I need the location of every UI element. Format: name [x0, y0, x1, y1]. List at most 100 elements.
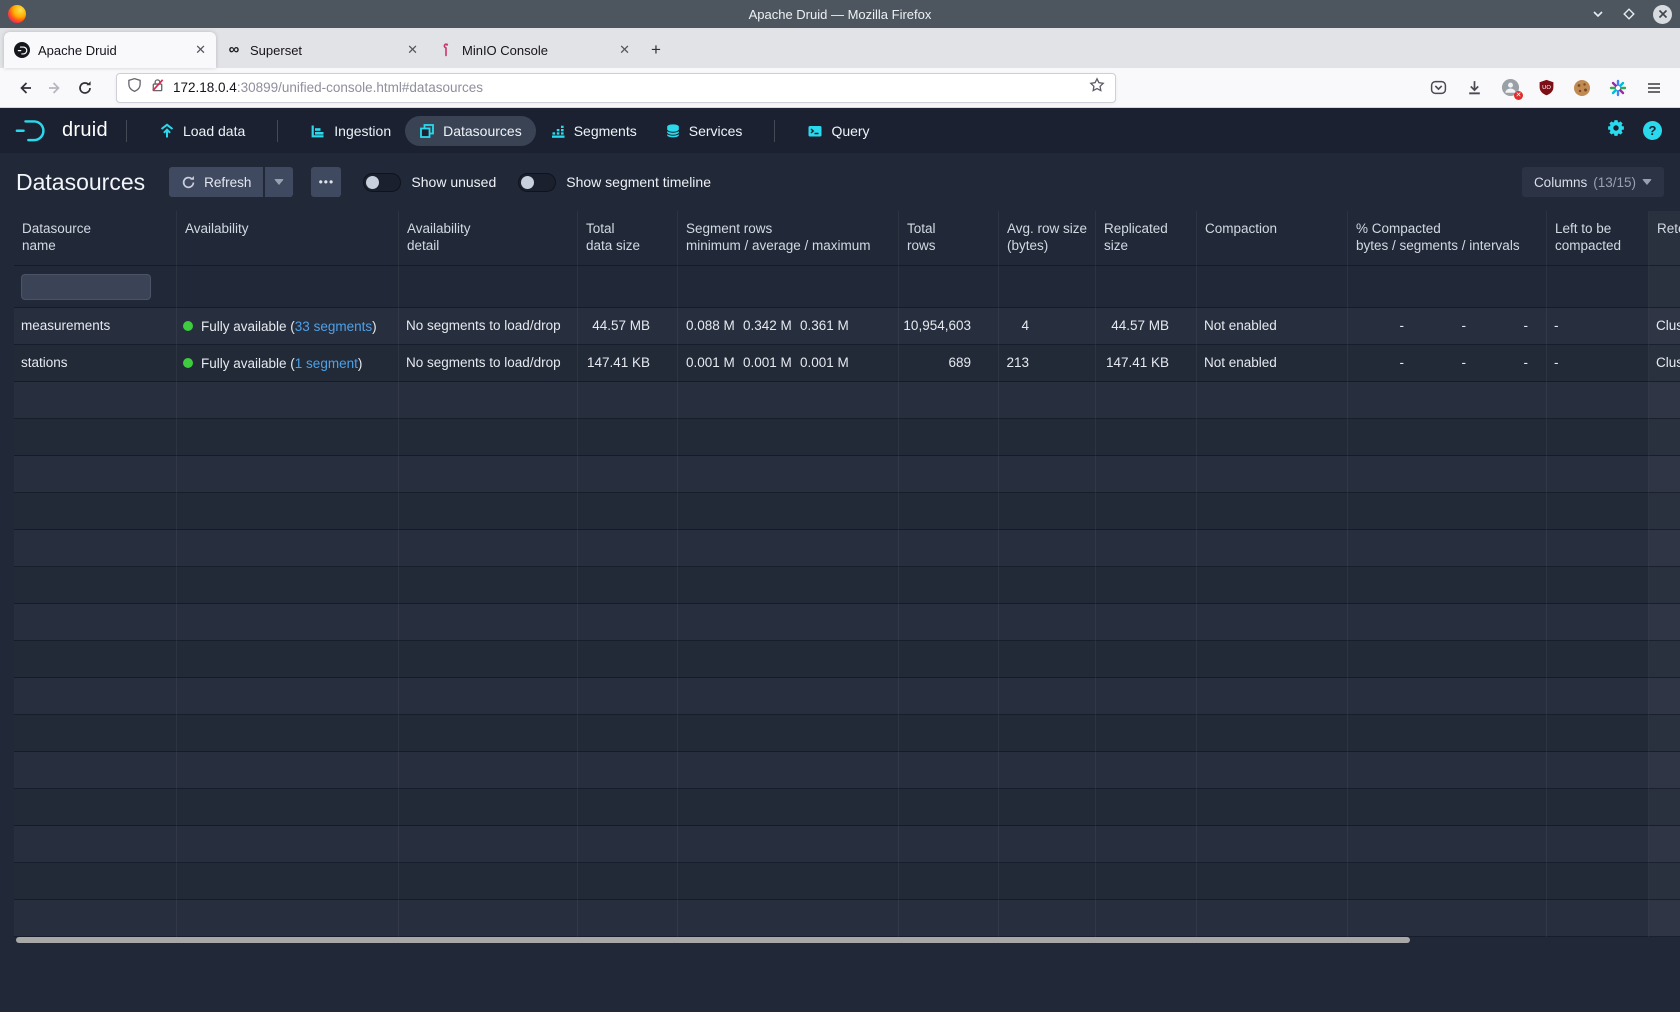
compaction[interactable]: Not enabled: [1197, 345, 1348, 382]
refresh-label: Refresh: [204, 175, 251, 190]
empty-cell: [1096, 863, 1197, 900]
more-actions-button[interactable]: •••: [311, 167, 341, 197]
back-button[interactable]: [10, 73, 40, 103]
datasources-toolbar: Datasources Refresh ••• Show unused Show…: [0, 153, 1680, 211]
nav-services[interactable]: Services: [651, 116, 757, 146]
menu-icon[interactable]: [1644, 78, 1664, 98]
empty-cell: [1096, 567, 1197, 604]
filter-row: [14, 266, 1680, 308]
col-header-retention[interactable]: Rete: [1649, 211, 1680, 266]
tab-close-icon[interactable]: ✕: [619, 42, 630, 58]
empty-cell: [1348, 863, 1547, 900]
col-header-segment-rows[interactable]: Segment rowsminimum / average / maximum: [678, 211, 899, 266]
nav-label: Load data: [183, 123, 245, 139]
empty-cell: [578, 382, 678, 419]
url-bar[interactable]: 172.18.0.4:30899/unified-console.html#da…: [116, 73, 1116, 103]
druid-brand[interactable]: druid: [14, 117, 108, 144]
empty-cell: [999, 863, 1096, 900]
show-segment-timeline-toggle[interactable]: [518, 173, 556, 192]
settings-gear-icon[interactable]: [1607, 119, 1625, 142]
datasource-name[interactable]: measurements: [14, 308, 177, 345]
tab-close-icon[interactable]: ✕: [195, 42, 206, 58]
help-icon[interactable]: ?: [1643, 121, 1662, 140]
filter-cell: [899, 266, 999, 308]
bookmark-star-icon[interactable]: [1089, 77, 1105, 98]
shield-icon[interactable]: [127, 77, 142, 98]
extension-disabled-icon[interactable]: ✕: [1500, 78, 1520, 98]
nav-load-data[interactable]: Load data: [145, 116, 259, 146]
datasource-name-filter-input[interactable]: [21, 274, 151, 300]
segments-link[interactable]: 1 segment: [295, 356, 358, 371]
empty-cell: [1197, 604, 1348, 641]
col-header-datasource-name[interactable]: Datasourcename: [14, 211, 177, 266]
nav-label: Ingestion: [334, 123, 391, 139]
empty-cell: [177, 641, 399, 678]
pocket-icon[interactable]: [1428, 78, 1448, 98]
empty-cell: [1547, 419, 1649, 456]
columns-dropdown-button[interactable]: Columns (13/15): [1522, 167, 1664, 197]
table-row-measurements: measurements Fully available (33 segment…: [14, 308, 1680, 345]
empty-cell: [1348, 567, 1547, 604]
nav-ingestion[interactable]: Ingestion: [296, 116, 405, 146]
empty-cell: [578, 900, 678, 937]
tab-close-icon[interactable]: ✕: [407, 42, 418, 58]
empty-cell: [177, 382, 399, 419]
empty-cell: [177, 678, 399, 715]
empty-cell: [1649, 382, 1680, 419]
show-unused-toggle[interactable]: [363, 173, 401, 192]
forward-button[interactable]: [40, 73, 70, 103]
downloads-icon[interactable]: [1464, 78, 1484, 98]
empty-cell: [1197, 567, 1348, 604]
nav-datasources[interactable]: Datasources: [405, 116, 536, 146]
cookie-icon[interactable]: [1572, 78, 1592, 98]
empty-cell: [1197, 419, 1348, 456]
empty-cell: [1649, 493, 1680, 530]
empty-cell: [1649, 863, 1680, 900]
empty-cell: [1547, 678, 1649, 715]
retention[interactable]: Clus: [1649, 345, 1680, 382]
close-icon[interactable]: [1653, 5, 1672, 24]
tab-apache-druid[interactable]: Apache Druid ✕: [4, 32, 216, 68]
url-text[interactable]: 172.18.0.4:30899/unified-console.html#da…: [173, 80, 1081, 95]
col-header-compaction[interactable]: Compaction: [1197, 211, 1348, 266]
empty-cell: [1197, 863, 1348, 900]
compaction[interactable]: Not enabled: [1197, 308, 1348, 345]
lock-insecure-icon[interactable]: [150, 77, 165, 98]
col-header-replicated-size[interactable]: Replicatedsize: [1096, 211, 1197, 266]
availability-detail: No segments to load/drop: [399, 345, 578, 382]
consent-manager-icon[interactable]: [1608, 78, 1628, 98]
empty-cell: [14, 715, 177, 752]
empty-cell: [1547, 715, 1649, 752]
tab-superset[interactable]: ∞ Superset ✕: [216, 32, 428, 68]
datasource-name[interactable]: stations: [14, 345, 177, 382]
empty-cell: [1096, 752, 1197, 789]
tab-label: MinIO Console: [462, 43, 548, 58]
show-segment-timeline-toggle-group: Show segment timeline: [518, 173, 711, 192]
reload-button[interactable]: [70, 73, 100, 103]
filter-cell: [999, 266, 1096, 308]
maximize-icon[interactable]: [1622, 7, 1636, 21]
col-header-left-to-be-compacted[interactable]: Left to becompacted: [1547, 211, 1649, 266]
empty-cell: [1096, 826, 1197, 863]
col-header-pct-compacted[interactable]: % Compactedbytes / segments / intervals: [1348, 211, 1547, 266]
empty-cell: [14, 678, 177, 715]
col-header-total-rows[interactable]: Totalrows: [899, 211, 999, 266]
refresh-interval-dropdown[interactable]: [265, 167, 293, 197]
tab-minio-console[interactable]: MinIO Console ✕: [428, 32, 640, 68]
col-header-availability[interactable]: Availability: [177, 211, 399, 266]
empty-cell: [899, 530, 999, 567]
col-header-avg-row-size[interactable]: Avg. row size(bytes): [999, 211, 1096, 266]
ublock-origin-icon[interactable]: UO: [1536, 78, 1556, 98]
nav-segments[interactable]: Segments: [536, 116, 651, 146]
segment-rows-avg: 0.001 M: [743, 345, 800, 381]
new-tab-button[interactable]: +: [640, 32, 672, 68]
horizontal-scrollbar[interactable]: [16, 937, 1410, 943]
retention[interactable]: Clus: [1649, 308, 1680, 345]
minimize-icon[interactable]: [1591, 7, 1605, 21]
nav-query[interactable]: Query: [793, 116, 883, 146]
col-header-total-data-size[interactable]: Totaldata size: [578, 211, 678, 266]
segments-link[interactable]: 33 segments: [295, 319, 372, 334]
empty-cell: [399, 900, 578, 937]
col-header-availability-detail[interactable]: Availabilitydetail: [399, 211, 578, 266]
refresh-button[interactable]: Refresh: [169, 167, 263, 197]
